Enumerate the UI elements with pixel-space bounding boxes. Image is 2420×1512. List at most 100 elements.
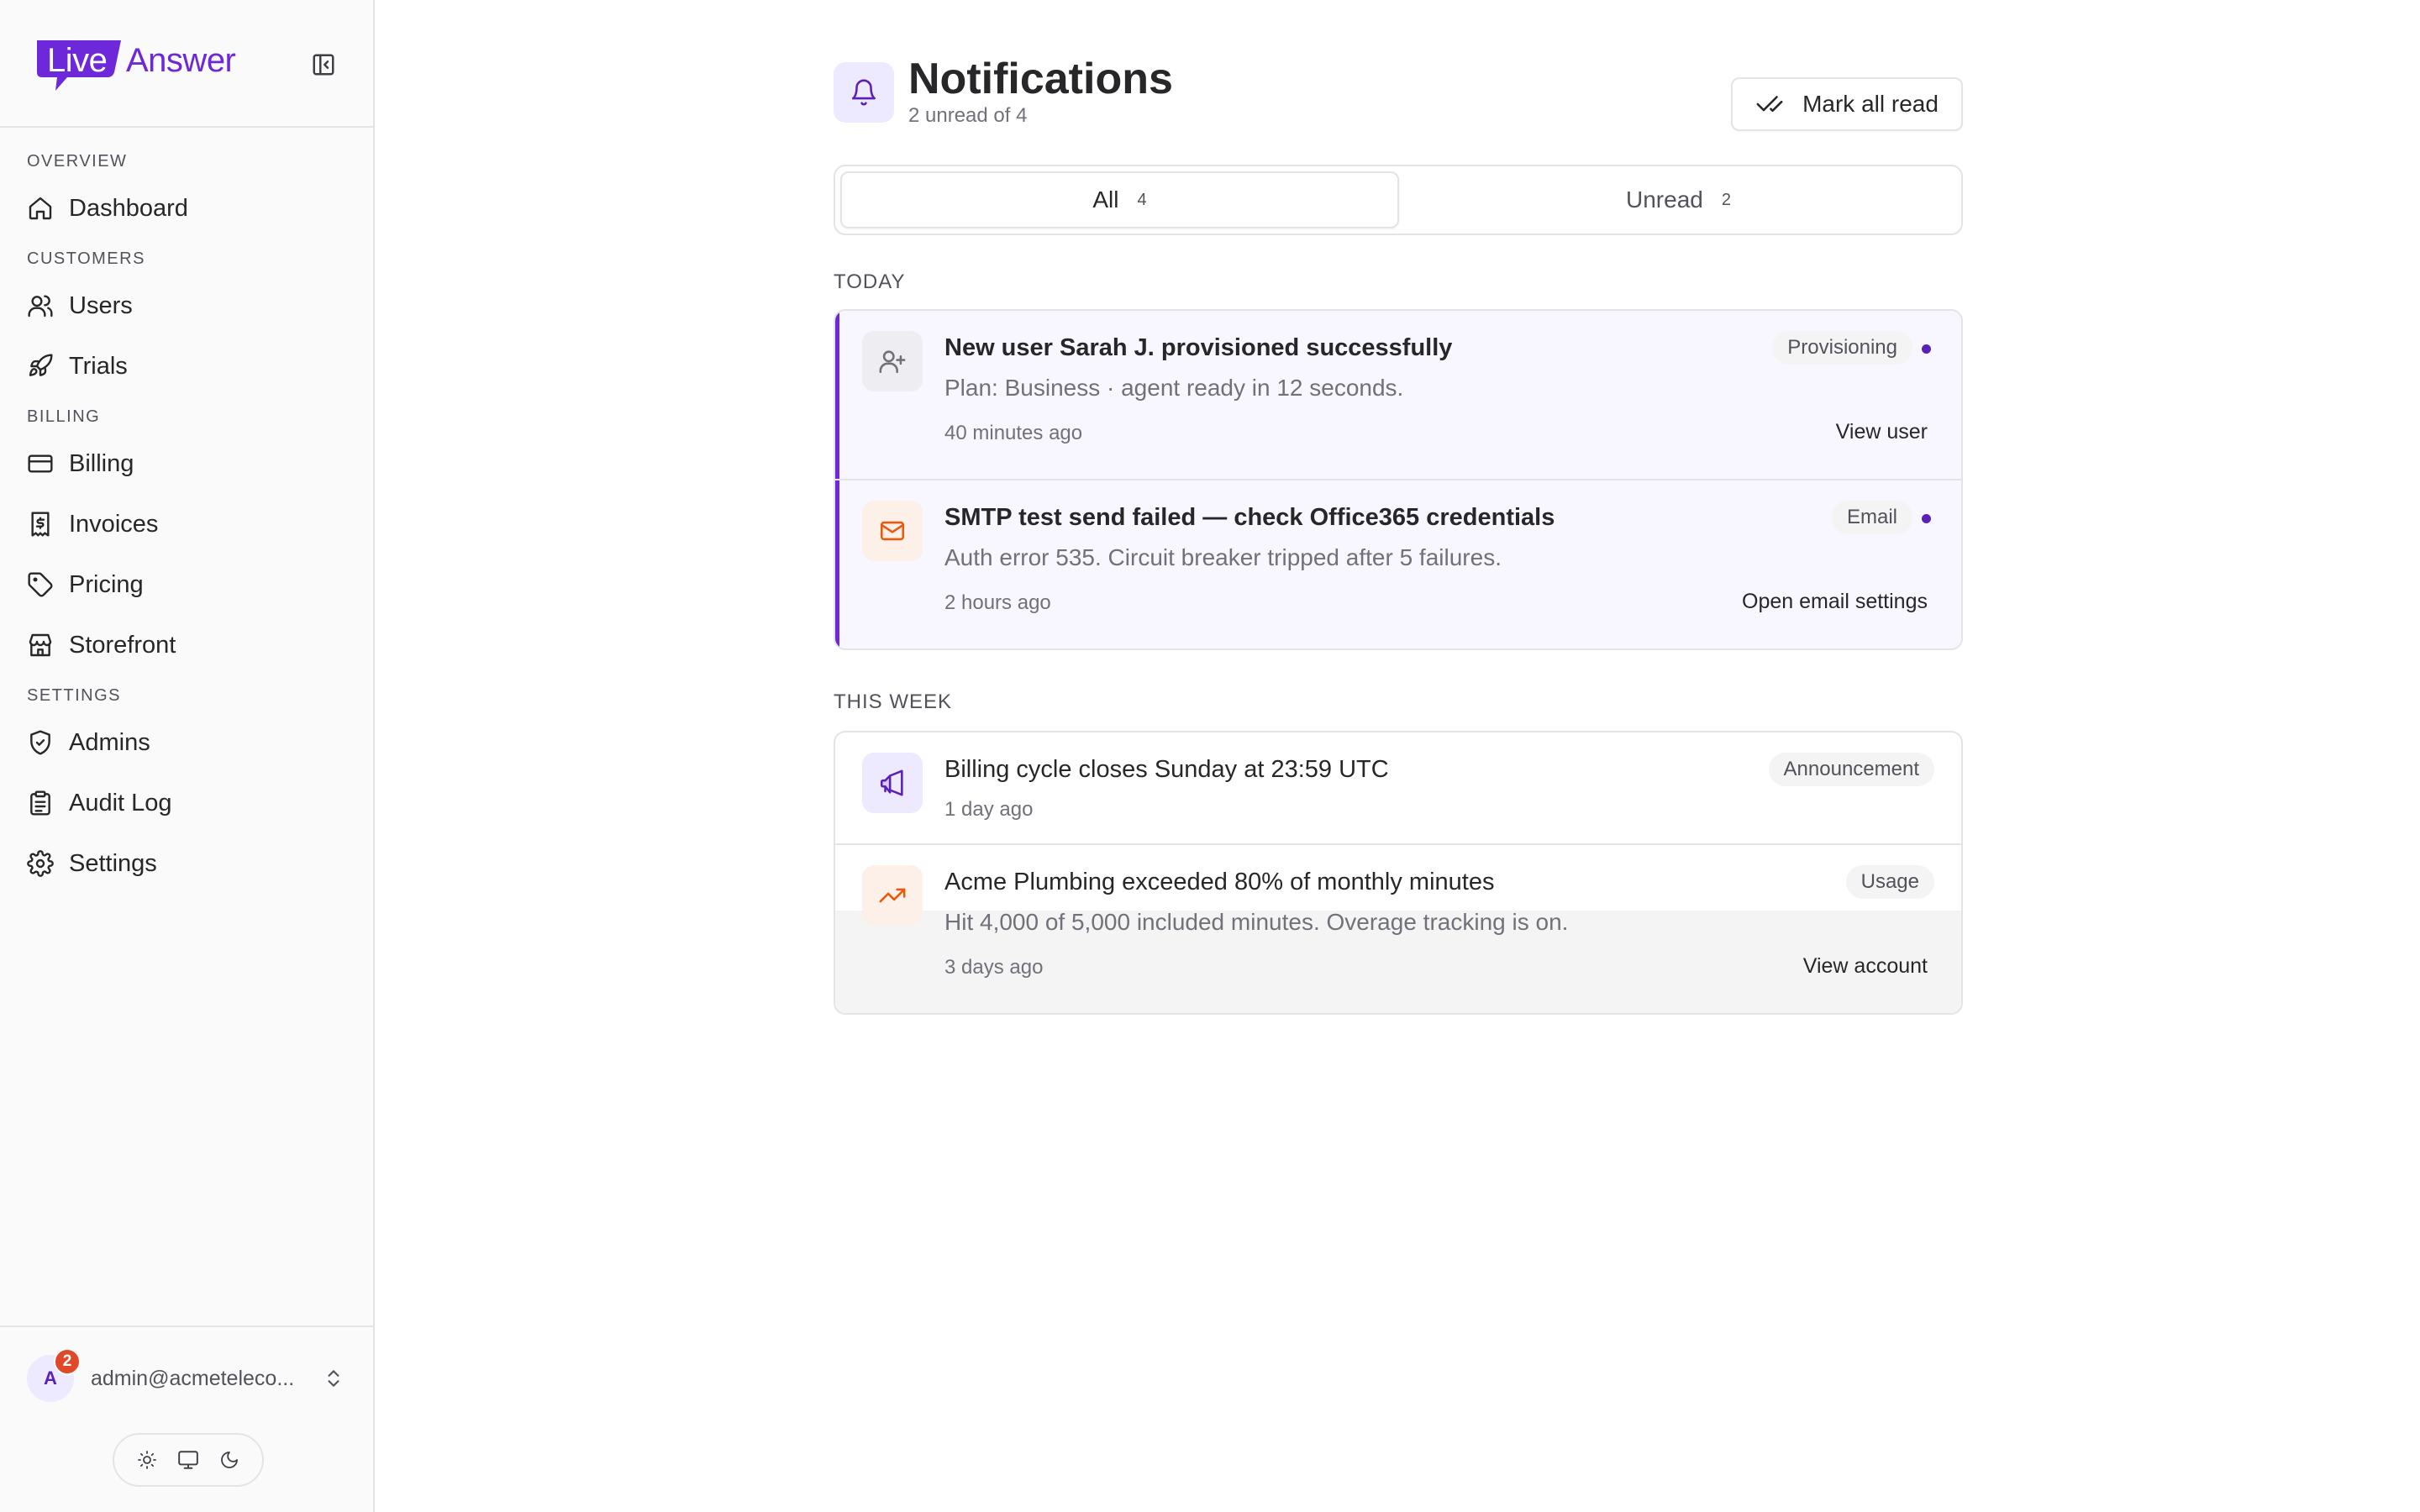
- notification-time: 3 days ago: [944, 956, 1044, 979]
- notification-title: New user Sarah J. provisioned successful…: [944, 334, 1453, 361]
- bell-badge: [834, 62, 894, 123]
- logo-live-text: Live: [47, 42, 108, 79]
- tab-count: 2: [1721, 190, 1731, 209]
- sidebar-item-users[interactable]: Users: [0, 276, 373, 336]
- theme-switcher: [113, 1433, 264, 1487]
- notification-item[interactable]: Acme Plumbing exceeded 80% of monthly mi…: [835, 845, 1961, 1013]
- sidebar-item-audit-log[interactable]: Audit Log: [0, 773, 373, 833]
- logo-answer-text: Answer: [126, 42, 236, 79]
- group-label-today: TODAY: [834, 270, 906, 293]
- sidebar: Live Answer OVERVIEW Dashboard CUSTOMERS…: [0, 0, 375, 1512]
- notification-icon-box: [862, 501, 923, 561]
- tab-all[interactable]: All 4: [840, 171, 1399, 228]
- sidebar-item-invoices[interactable]: Invoices: [0, 494, 373, 554]
- notification-tag: Provisioning: [1772, 331, 1912, 365]
- sidebar-item-label: Storefront: [69, 631, 176, 659]
- tab-label: Unread: [1626, 186, 1703, 213]
- tag-icon: [28, 572, 53, 597]
- notification-time: 1 day ago: [944, 798, 1034, 821]
- notification-title: Billing cycle closes Sunday at 23:59 UTC: [944, 756, 1389, 783]
- user-plus-icon: [879, 350, 906, 374]
- panel-left-icon: [313, 54, 334, 76]
- shield-check-icon: [30, 730, 50, 755]
- sidebar-header: Live Answer: [0, 0, 373, 128]
- notification-icon-box: [862, 753, 923, 813]
- nav-section-billing: BILLING: [27, 407, 101, 426]
- page-header: Notifications 2 unread of 4 Mark all rea…: [834, 55, 1963, 143]
- notification-description: Auth error 535. Circuit breaker tripped …: [944, 544, 1502, 570]
- receipt-dollar-icon: [31, 512, 50, 537]
- unread-dot: [1922, 344, 1931, 354]
- home-icon: [29, 197, 52, 220]
- notification-tag: Announcement: [1768, 753, 1934, 786]
- collapse-sidebar-button[interactable]: [306, 47, 341, 82]
- sidebar-item-storefront[interactable]: Storefront: [0, 615, 373, 675]
- notification-item[interactable]: SMTP test send failed — check Office365 …: [835, 480, 1961, 648]
- sidebar-item-pricing[interactable]: Pricing: [0, 554, 373, 615]
- notification-icon-box: [862, 865, 923, 926]
- nav-section-overview: OVERVIEW: [27, 152, 128, 171]
- sidebar-item-label: Billing: [69, 449, 134, 477]
- sidebar-item-label: Trials: [69, 352, 128, 380]
- notification-icon-box: [862, 331, 923, 391]
- chevrons-up-down-icon: [328, 1370, 339, 1387]
- mail-icon: [880, 521, 905, 541]
- notification-description: Hit 4,000 of 5,000 included minutes. Ove…: [944, 909, 1569, 935]
- sidebar-nav: OVERVIEW Dashboard CUSTOMERS Users Trial…: [0, 128, 373, 894]
- sidebar-item-label: Audit Log: [69, 789, 172, 816]
- store-icon: [29, 633, 52, 657]
- users-icon: [28, 295, 53, 318]
- sidebar-item-billing[interactable]: Billing: [0, 433, 373, 494]
- credit-card-icon: [28, 454, 53, 473]
- sidebar-item-label: Admins: [69, 728, 150, 756]
- sidebar-footer: A 2 admin@acmeteleco...: [0, 1326, 373, 1512]
- notification-list-today: New user Sarah J. provisioned successful…: [834, 309, 1963, 650]
- avatar: A 2: [27, 1348, 81, 1402]
- view-account-link[interactable]: View account: [1803, 954, 1928, 979]
- view-user-link[interactable]: View user: [1836, 420, 1928, 444]
- notification-count-badge: 2: [54, 1348, 81, 1375]
- unread-summary: 2 unread of 4: [908, 104, 1028, 127]
- notification-time: 40 minutes ago: [944, 422, 1083, 444]
- sidebar-item-label: Dashboard: [69, 194, 188, 222]
- notification-item[interactable]: New user Sarah J. provisioned successful…: [835, 311, 1961, 480]
- mark-all-read-button[interactable]: Mark all read: [1731, 77, 1963, 131]
- notification-tag: Email: [1831, 501, 1912, 534]
- theme-light-button[interactable]: [130, 1443, 164, 1477]
- user-menu-button[interactable]: A 2 admin@acmeteleco...: [27, 1348, 350, 1404]
- sidebar-item-trials[interactable]: Trials: [0, 336, 373, 396]
- bell-icon: [851, 79, 876, 106]
- avatar-initial: A: [44, 1368, 57, 1389]
- tab-count: 4: [1137, 190, 1147, 209]
- notification-item[interactable]: Billing cycle closes Sunday at 23:59 UTC…: [835, 732, 1961, 845]
- page-title: Notifications: [908, 55, 1173, 103]
- unread-dot: [1922, 514, 1931, 523]
- notification-tag: Usage: [1845, 865, 1934, 899]
- theme-dark-button[interactable]: [213, 1443, 246, 1477]
- open-email-settings-link[interactable]: Open email settings: [1742, 590, 1928, 614]
- trending-up-icon: [879, 888, 906, 903]
- sidebar-item-dashboard[interactable]: Dashboard: [0, 178, 373, 239]
- nav-section-settings: SETTINGS: [27, 686, 122, 705]
- logo[interactable]: Live Answer: [32, 34, 242, 97]
- sidebar-item-label: Pricing: [69, 570, 144, 598]
- notification-description: Plan: Business · agent ready in 12 secon…: [944, 375, 1404, 401]
- monitor-icon: [178, 1451, 198, 1469]
- tab-unread[interactable]: Unread 2: [1401, 171, 1956, 228]
- sidebar-item-label: Users: [69, 291, 133, 319]
- check-check-icon: [1756, 96, 1783, 113]
- notification-title: Acme Plumbing exceeded 80% of monthly mi…: [944, 869, 1495, 895]
- mark-all-read-label: Mark all read: [1802, 91, 1939, 117]
- sidebar-item-label: Settings: [69, 849, 157, 877]
- sidebar-item-admins[interactable]: Admins: [0, 712, 373, 773]
- group-label-this-week: THIS WEEK: [834, 690, 953, 713]
- sun-icon: [137, 1451, 156, 1469]
- megaphone-icon: [880, 769, 903, 796]
- moon-icon: [221, 1452, 239, 1468]
- rocket-icon: [29, 354, 53, 376]
- sidebar-item-settings[interactable]: Settings: [0, 833, 373, 894]
- sidebar-item-label: Invoices: [69, 510, 159, 538]
- nav-section-customers: CUSTOMERS: [27, 249, 145, 268]
- gear-icon: [27, 850, 54, 877]
- theme-system-button[interactable]: [171, 1443, 205, 1477]
